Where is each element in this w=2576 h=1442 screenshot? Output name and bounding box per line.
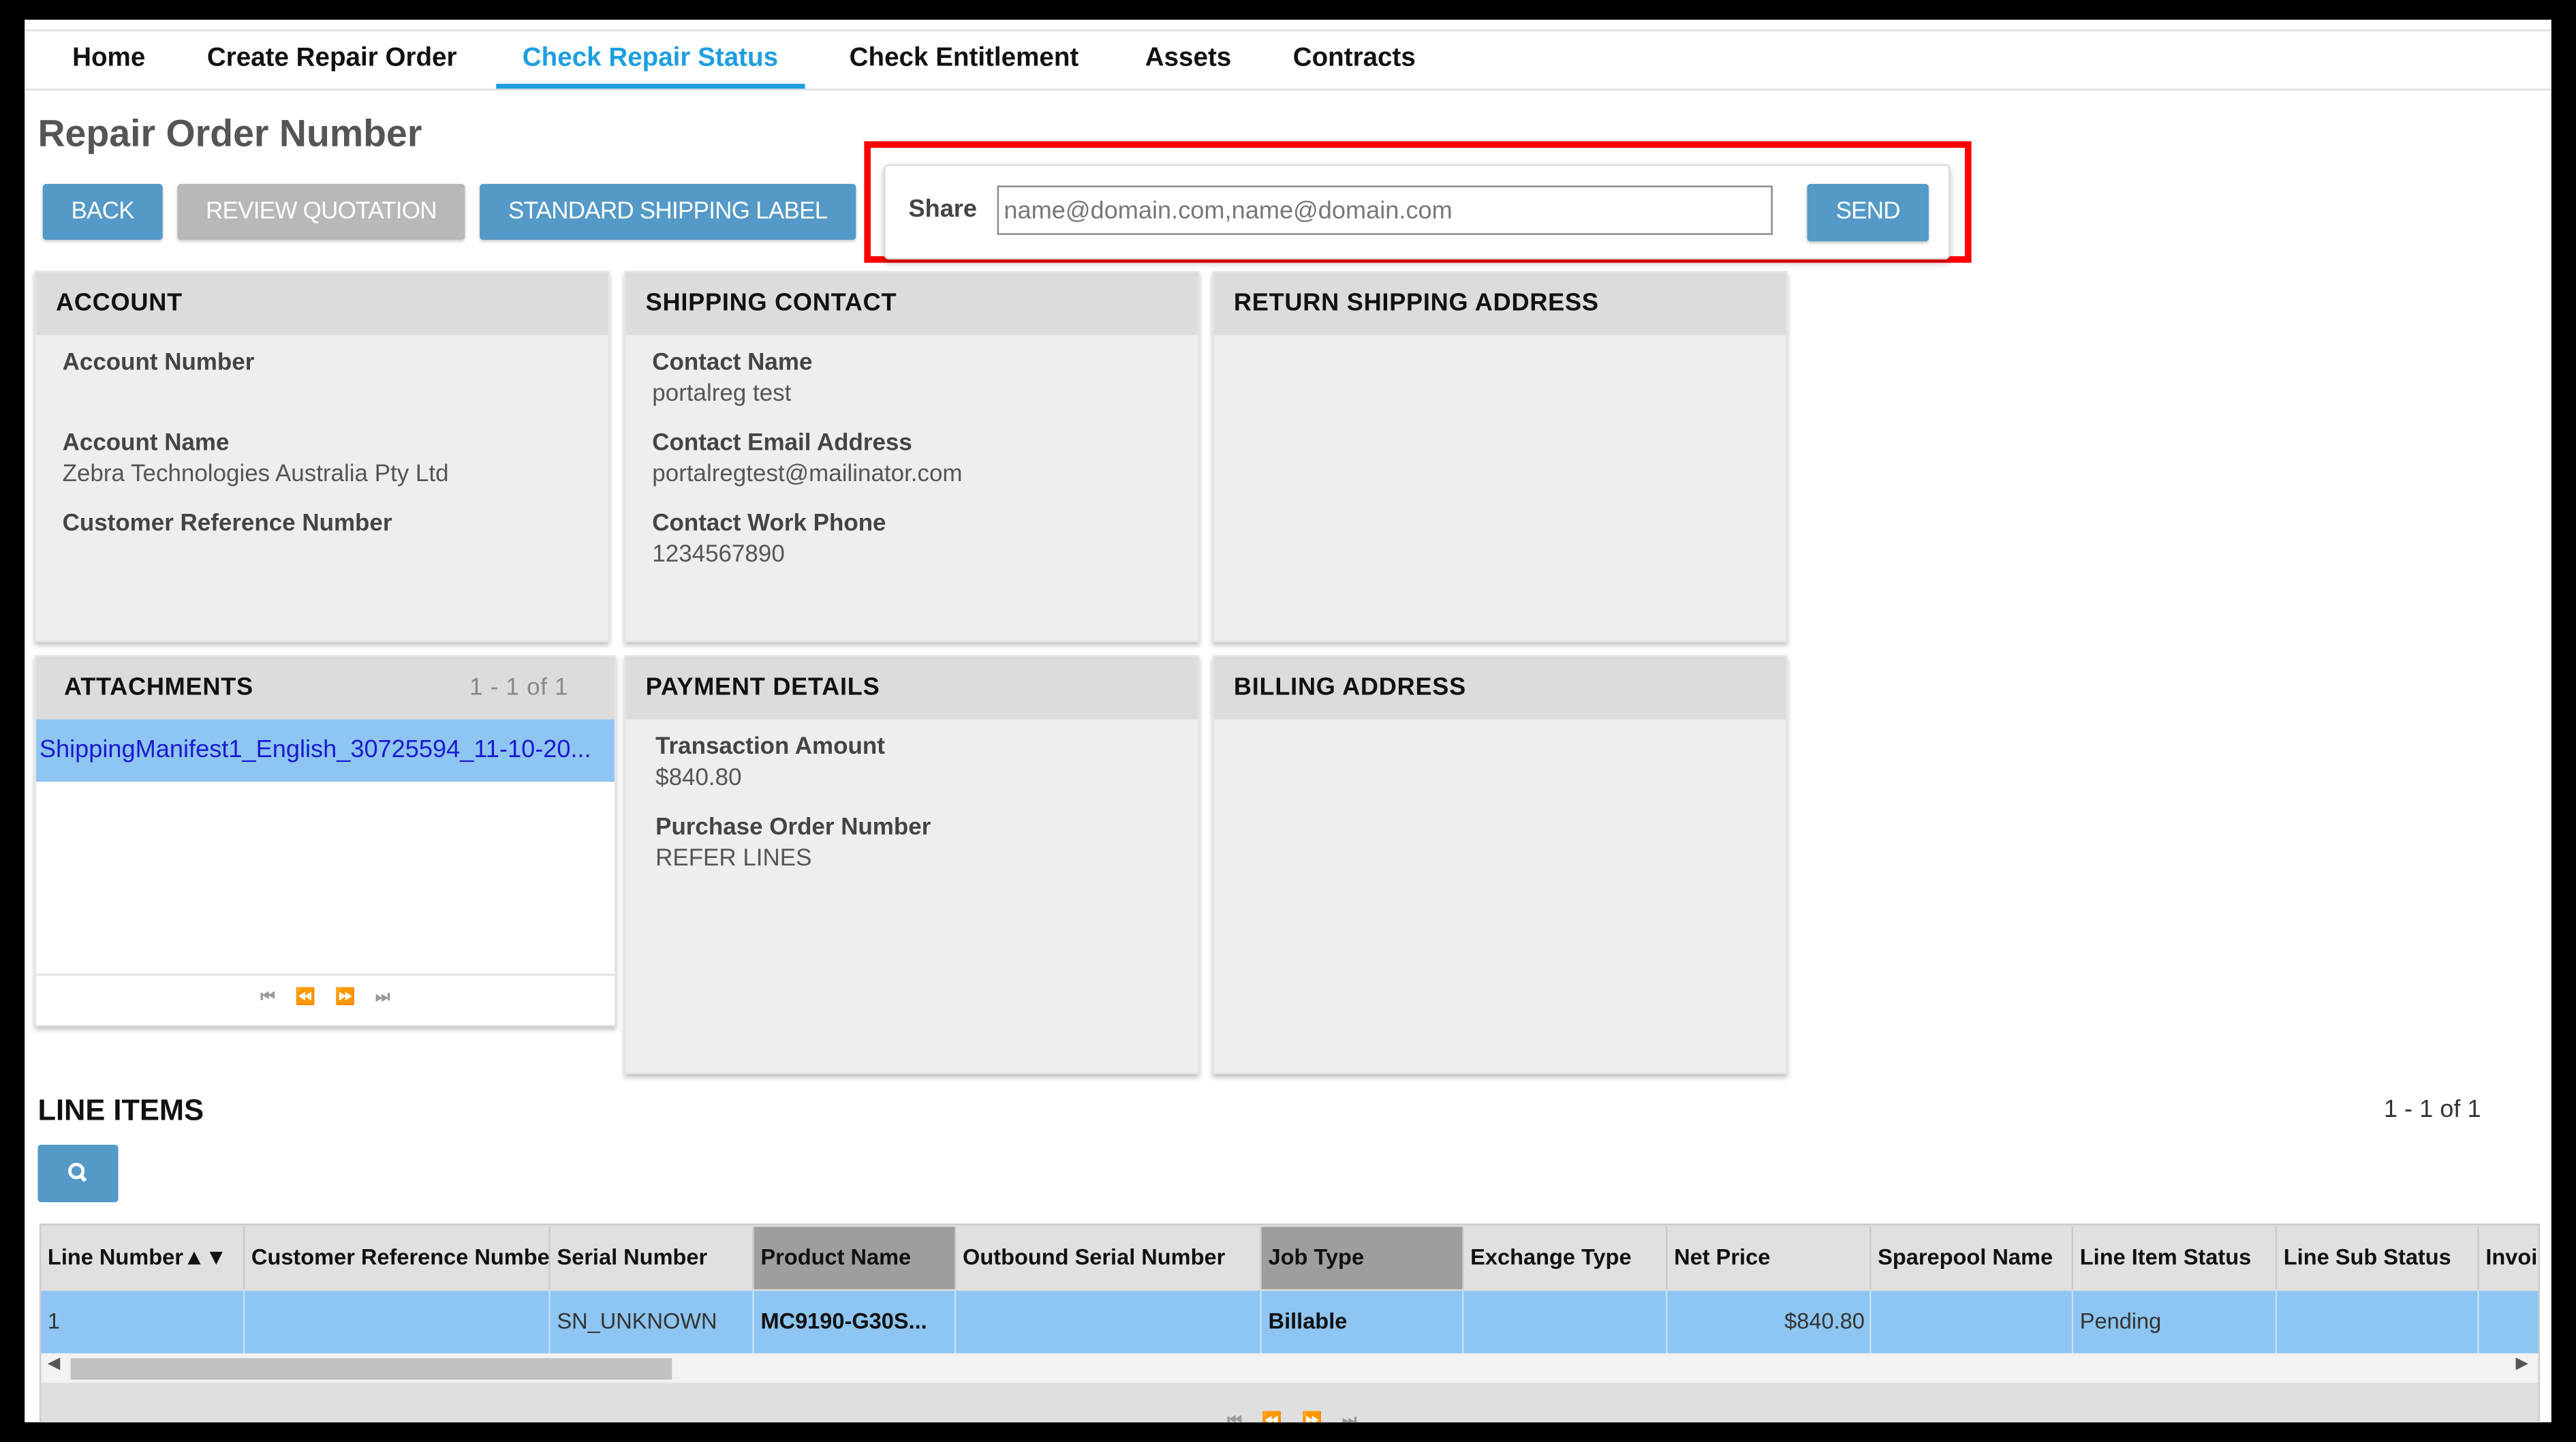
first-page-icon[interactable]: ⏮ [260,976,275,1022]
shipping-contact-card-title: SHIPPING CONTACT [625,273,1198,335]
share-label: Share [908,195,978,224]
col-customer-reference-number[interactable]: Customer Reference Number [245,1227,550,1289]
contact-name-value: portalreg test [652,381,792,408]
line-items-title: LINE ITEMS [37,1094,204,1127]
contact-name-label: Contact Name [652,350,813,376]
col-outbound-serial-number[interactable]: Outbound Serial Number [956,1227,1262,1289]
account-card-title: ACCOUNT [36,273,608,335]
contact-work-phone-value: 1234567890 [652,542,785,568]
send-button[interactable]: SEND [1807,183,1929,242]
col-line-number-label: Line Number [47,1244,183,1270]
account-name-label: Account Name [62,430,230,457]
nav-check-entitlement[interactable]: Check Entitlement [823,33,1105,89]
col-job-type[interactable]: Job Type [1261,1227,1464,1289]
share-email-input[interactable] [997,185,1773,235]
next-page-icon[interactable]: ⏩ [1302,1399,1322,1422]
purchase-order-number-label: Purchase Order Number [655,814,931,841]
attachments-card-title: ATTACHMENTS 1 - 1 of 1 [36,657,615,720]
account-name-value: Zebra Technologies Australia Pty Ltd [62,461,449,488]
return-shipping-address-title: RETURN SHIPPING ADDRESS [1213,273,1786,335]
standard-shipping-label-button[interactable]: STANDARD SHIPPING LABEL [480,183,856,240]
col-serial-number[interactable]: Serial Number [550,1227,754,1289]
scroll-right-icon[interactable]: ▶ [2515,1355,2528,1373]
shipping-contact-card: SHIPPING CONTACT Contact Name portalreg t… [624,271,1200,643]
purchase-order-number-value: REFER LINES [655,846,812,872]
prev-page-icon[interactable]: ⏪ [295,976,315,1022]
screenshot-stage: Home Create Repair Order Check Repair St… [0,0,2576,1442]
grid-header-row: Line Number▲▼ Customer Reference Number … [41,1227,2539,1289]
cell-exchange-type [1463,1291,1668,1353]
cell-sparepool-name [1871,1291,2074,1353]
cell-product-name: MC9190-G30S... [754,1291,957,1353]
grid-pager: ⏮ ⏪ ⏩ ⏭ [41,1383,2539,1423]
search-icon [68,1163,87,1182]
account-number-label: Account Number [62,350,255,376]
cell-line-number: 1 [41,1291,245,1353]
transaction-amount-value: $840.80 [655,765,742,792]
cell-job-type: Billable [1261,1291,1464,1353]
last-page-icon[interactable]: ⏭ [1342,1399,1357,1422]
table-row[interactable]: 1 SN_UNKNOWN MC9190-G30S... Billable $84… [41,1291,2539,1353]
app-window: Home Create Repair Order Check Repair St… [25,19,2551,1423]
main-nav: Home Create Repair Order Check Repair St… [25,33,2551,91]
scroll-left-icon[interactable]: ◀ [48,1355,61,1373]
cell-customer-reference-number [245,1291,550,1353]
payment-details-card: PAYMENT DETAILS Transaction Amount $840.8… [624,655,1200,1075]
review-quotation-button[interactable]: REVIEW QUOTATION [177,183,465,240]
customer-reference-number-label: Customer Reference Number [62,510,392,538]
line-items-grid: Line Number▲▼ Customer Reference Number … [39,1223,2540,1423]
col-line-item-status[interactable]: Line Item Status [2073,1227,2278,1289]
nav-assets[interactable]: Assets [1119,33,1258,89]
billing-address-title: BILLING ADDRESS [1213,657,1786,720]
share-panel: Share SEND [884,164,1951,260]
col-sparepool-name[interactable]: Sparepool Name [1871,1227,2074,1289]
attachment-item[interactable]: ShippingManifest1_English_30725594_11-10… [36,719,615,782]
cell-line-sub-status [2277,1291,2479,1353]
col-product-name[interactable]: Product Name [754,1227,957,1289]
transaction-amount-label: Transaction Amount [655,734,885,761]
account-card: ACCOUNT Account Number Account Name Zebra… [34,271,610,643]
cell-serial-number: SN_UNKNOWN [550,1291,754,1353]
last-page-icon[interactable]: ⏭ [375,976,390,1022]
line-items-count: 1 - 1 of 1 [2383,1095,2481,1124]
col-invoice[interactable]: Invoi [2479,1227,2539,1289]
first-page-icon[interactable]: ⏮ [1227,1399,1242,1422]
billing-address-card: BILLING ADDRESS [1212,655,1788,1075]
nav-home[interactable]: Home [46,33,172,89]
top-divider [25,29,2551,31]
contact-email-label: Contact Email Address [652,430,912,457]
return-shipping-address-card: RETURN SHIPPING ADDRESS [1212,271,1788,643]
cell-outbound-serial-number [956,1291,1262,1353]
scrollbar-thumb[interactable] [70,1358,672,1380]
payment-details-title: PAYMENT DETAILS [625,657,1198,720]
cell-net-price: $840.80 [1667,1291,1872,1353]
nav-contracts[interactable]: Contracts [1267,33,1442,89]
col-line-number[interactable]: Line Number▲▼ [41,1227,245,1289]
sort-icon[interactable]: ▲▼ [183,1245,227,1270]
col-exchange-type[interactable]: Exchange Type [1463,1227,1668,1289]
attachments-count: 1 - 1 of 1 [469,675,569,702]
line-items-search-button[interactable] [37,1144,119,1203]
nav-check-repair-status[interactable]: Check Repair Status [496,33,805,89]
contact-email-value: portalregtest@mailinator.com [652,461,963,488]
back-button[interactable]: BACK [42,183,163,240]
horizontal-scrollbar[interactable]: ◀ ▶ [41,1353,2539,1383]
attachments-card: ATTACHMENTS 1 - 1 of 1 ShippingManifest1… [34,655,617,1027]
attachments-pager: ⏮ ⏪ ⏩ ⏭ [36,974,615,1025]
next-page-icon[interactable]: ⏩ [335,976,356,1022]
attachments-list: ShippingManifest1_English_30725594_11-10… [36,719,615,976]
col-net-price[interactable]: Net Price [1667,1227,1872,1289]
prev-page-icon[interactable]: ⏪ [1262,1399,1282,1422]
col-line-sub-status[interactable]: Line Sub Status [2277,1227,2479,1289]
page-title: Repair Order Number [37,111,422,155]
attachments-title: ATTACHMENTS [64,673,253,702]
cell-line-item-status: Pending [2073,1291,2278,1353]
nav-create-repair-order[interactable]: Create Repair Order [181,33,483,89]
contact-work-phone-label: Contact Work Phone [652,510,886,538]
cell-invoice [2479,1291,2539,1353]
